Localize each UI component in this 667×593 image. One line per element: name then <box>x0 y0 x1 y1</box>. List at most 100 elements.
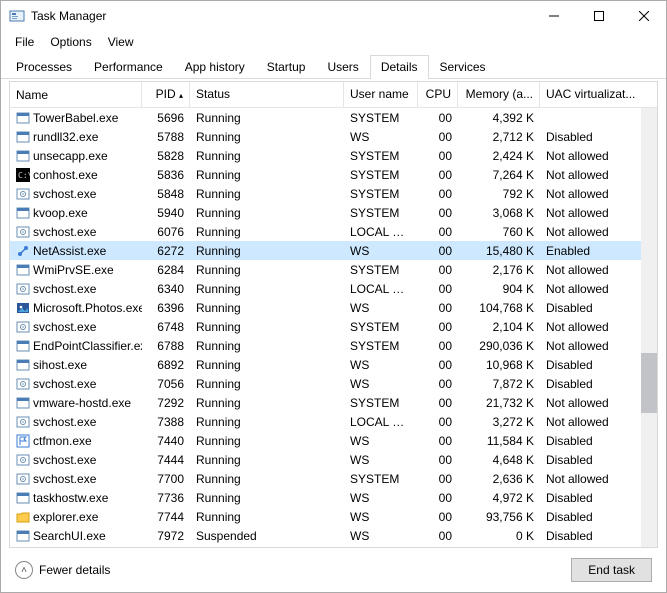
menu-file[interactable]: File <box>7 33 42 51</box>
cell-cpu: 00 <box>418 471 458 487</box>
table-row[interactable]: svchost.exe5848RunningSYSTEM00792 KNot a… <box>10 184 657 203</box>
tab-performance[interactable]: Performance <box>83 55 174 79</box>
cell-pid: 6396 <box>142 300 190 316</box>
table-row[interactable]: svchost.exe6748RunningSYSTEM002,104 KNot… <box>10 317 657 336</box>
cell-cpu: 00 <box>418 300 458 316</box>
cell-mem: 904 K <box>458 281 540 297</box>
table-row[interactable]: explorer.exe7744RunningWS0093,756 KDisab… <box>10 507 657 526</box>
sort-indicator-icon: ▴ <box>179 91 183 100</box>
table-row[interactable]: TowerBabel.exe5696RunningSYSTEM004,392 K <box>10 108 657 127</box>
cell-user: WS <box>344 452 418 468</box>
end-task-button[interactable]: End task <box>571 558 652 582</box>
cell-name: explorer.exe <box>10 509 142 525</box>
cell-cpu: 00 <box>418 509 458 525</box>
cell-cpu: 00 <box>418 110 458 126</box>
col-user[interactable]: User name <box>344 82 418 107</box>
cell-cpu: 00 <box>418 148 458 164</box>
table-row[interactable]: kvoop.exe5940RunningSYSTEM003,068 KNot a… <box>10 203 657 222</box>
window-title: Task Manager <box>31 9 106 23</box>
cell-mem: 15,480 K <box>458 243 540 259</box>
cell-pid: 5788 <box>142 129 190 145</box>
process-icon <box>16 453 30 467</box>
table-row[interactable]: svchost.exe6076RunningLOCAL SE...00760 K… <box>10 222 657 241</box>
process-icon <box>16 244 30 258</box>
table-row[interactable]: svchost.exe6340RunningLOCAL SE...00904 K… <box>10 279 657 298</box>
table-row[interactable]: taskhostw.exe7736RunningWS004,972 KDisab… <box>10 488 657 507</box>
close-button[interactable] <box>621 2 666 31</box>
col-status[interactable]: Status <box>190 82 344 107</box>
window-buttons <box>531 2 666 31</box>
table-row[interactable]: svchost.exe7444RunningWS004,648 KDisable… <box>10 450 657 469</box>
cell-pid: 5940 <box>142 205 190 221</box>
process-list[interactable]: TowerBabel.exe5696RunningSYSTEM004,392 K… <box>10 108 657 547</box>
cell-uac: Disabled <box>540 490 642 506</box>
table-row[interactable]: vmware-hostd.exe7292RunningSYSTEM0021,73… <box>10 393 657 412</box>
col-cpu[interactable]: CPU <box>418 82 458 107</box>
cell-user: WS <box>344 490 418 506</box>
cell-mem: 10,968 K <box>458 357 540 373</box>
table-row[interactable]: unsecapp.exe5828RunningSYSTEM002,424 KNo… <box>10 146 657 165</box>
cell-cpu: 00 <box>418 262 458 278</box>
table-row[interactable]: NetAssist.exe6272RunningWS0015,480 KEnab… <box>10 241 657 260</box>
cell-uac: Enabled <box>540 243 642 259</box>
menu-options[interactable]: Options <box>42 33 99 51</box>
scrollbar-track[interactable] <box>641 108 657 547</box>
tab-users[interactable]: Users <box>316 55 369 79</box>
cell-mem: 93,756 K <box>458 509 540 525</box>
scrollbar-thumb[interactable] <box>641 353 657 413</box>
process-icon <box>16 491 30 505</box>
tab-processes[interactable]: Processes <box>5 55 83 79</box>
cell-uac: Not allowed <box>540 281 642 297</box>
process-icon <box>16 510 30 524</box>
col-name[interactable]: Name <box>10 82 142 107</box>
cell-cpu: 00 <box>418 414 458 430</box>
cell-status: Running <box>190 148 344 164</box>
cell-mem: 7,872 K <box>458 376 540 392</box>
cell-pid: 6340 <box>142 281 190 297</box>
cell-uac: Not allowed <box>540 205 642 221</box>
table-row[interactable]: Microsoft.Photos.exe6396RunningWS00104,7… <box>10 298 657 317</box>
cell-user: WS <box>344 357 418 373</box>
cell-cpu: 00 <box>418 167 458 183</box>
cell-user: WS <box>344 528 418 544</box>
table-row[interactable]: svchost.exe7056RunningWS007,872 KDisable… <box>10 374 657 393</box>
cell-status: Running <box>190 414 344 430</box>
fewer-details-label: Fewer details <box>39 563 110 577</box>
table-row[interactable]: SearchUI.exe7972SuspendedWS000 KDisabled <box>10 526 657 545</box>
cell-mem: 2,712 K <box>458 129 540 145</box>
cell-user: SYSTEM <box>344 262 418 278</box>
cell-mem: 104,768 K <box>458 300 540 316</box>
process-icon <box>16 377 30 391</box>
menu-view[interactable]: View <box>100 33 142 51</box>
table-row[interactable]: svchost.exe7700RunningSYSTEM002,636 KNot… <box>10 469 657 488</box>
tab-details[interactable]: Details <box>370 55 429 79</box>
table-row[interactable]: C:\conhost.exe5836RunningSYSTEM007,264 K… <box>10 165 657 184</box>
cell-uac: Disabled <box>540 509 642 525</box>
cell-user: WS <box>344 129 418 145</box>
tab-startup[interactable]: Startup <box>256 55 317 79</box>
cell-mem: 4,648 K <box>458 452 540 468</box>
cell-user: LOCAL SE... <box>344 414 418 430</box>
fewer-details-toggle[interactable]: ˄ Fewer details <box>15 561 110 579</box>
cell-pid: 7444 <box>142 452 190 468</box>
maximize-button[interactable] <box>576 2 621 31</box>
col-mem[interactable]: Memory (a... <box>458 82 540 107</box>
cell-pid: 5696 <box>142 110 190 126</box>
cell-name: WmiPrvSE.exe <box>10 262 142 278</box>
table-row[interactable]: ctfmon.exe7440RunningWS0011,584 KDisable… <box>10 431 657 450</box>
minimize-button[interactable] <box>531 2 576 31</box>
tab-apphistory[interactable]: App history <box>174 55 256 79</box>
col-pid[interactable]: PID ▴ <box>142 82 190 107</box>
tab-services[interactable]: Services <box>429 55 497 79</box>
table-row[interactable]: rundll32.exe5788RunningWS002,712 KDisabl… <box>10 127 657 146</box>
cell-uac: Disabled <box>540 129 642 145</box>
table-row[interactable]: WmiPrvSE.exe6284RunningSYSTEM002,176 KNo… <box>10 260 657 279</box>
table-row[interactable]: EndPointClassifier.exe6788RunningSYSTEM0… <box>10 336 657 355</box>
cell-pid: 7388 <box>142 414 190 430</box>
cell-mem: 2,176 K <box>458 262 540 278</box>
cell-name: svchost.exe <box>10 452 142 468</box>
table-row[interactable]: svchost.exe7388RunningLOCAL SE...003,272… <box>10 412 657 431</box>
cell-uac: Not allowed <box>540 395 642 411</box>
table-row[interactable]: sihost.exe6892RunningWS0010,968 KDisable… <box>10 355 657 374</box>
col-uac[interactable]: UAC virtualizat... <box>540 82 642 107</box>
